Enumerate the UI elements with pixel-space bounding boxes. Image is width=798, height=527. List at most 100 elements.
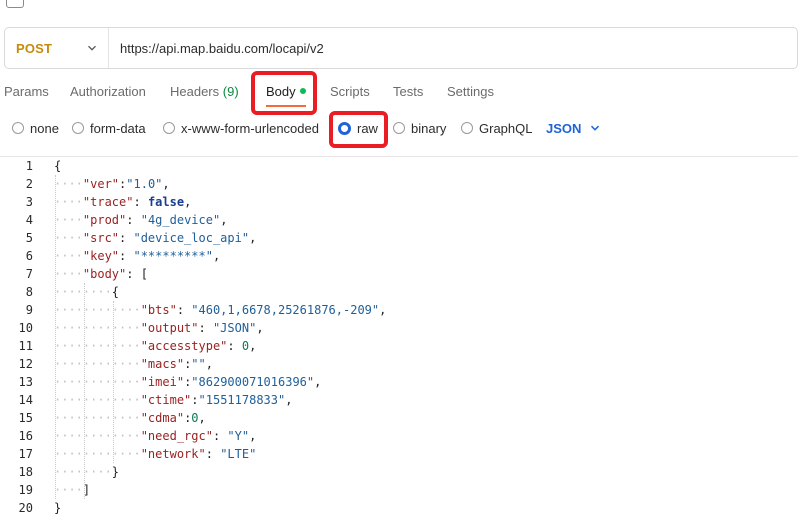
radio-icon xyxy=(72,122,84,134)
headers-count: (9) xyxy=(222,84,239,99)
line-number: 4 xyxy=(25,213,33,227)
mode-label: form-data xyxy=(90,120,146,136)
line-number: 15 xyxy=(18,411,33,425)
code-text: ············"cdma":0, xyxy=(54,411,206,425)
code-text: ····"prod": "4g_device", xyxy=(54,213,228,227)
line-number: 20 xyxy=(18,501,33,515)
mode-label: binary xyxy=(411,120,447,136)
tab-label: Authorization xyxy=(70,84,146,99)
code-text: ····"key": "*********", xyxy=(54,249,221,263)
code-line: 18 ········} xyxy=(0,463,798,481)
active-tab-underline xyxy=(266,105,306,107)
line-number: 8 xyxy=(25,285,33,299)
code-text: ········{ xyxy=(54,285,120,299)
mode-graphql[interactable]: GraphQL xyxy=(461,118,532,138)
tab-authorization[interactable]: Authorization xyxy=(70,78,146,106)
mode-label: none xyxy=(30,120,59,136)
line-number: 5 xyxy=(25,231,33,245)
tab-headers[interactable]: Headers (9) xyxy=(170,78,239,106)
radio-icon xyxy=(163,122,175,134)
tab-scripts[interactable]: Scripts xyxy=(330,78,370,106)
line-number: 2 xyxy=(25,177,33,191)
tab-label: Params xyxy=(4,84,49,99)
body-mode-options: none form-data x-www-form-urlencoded raw… xyxy=(0,118,798,138)
top-breadcrumb-bar xyxy=(0,0,798,14)
code-line: 2 ····"ver":"1.0", xyxy=(0,175,798,193)
mode-form-data[interactable]: form-data xyxy=(72,118,146,138)
code-line: 20} xyxy=(0,499,798,517)
code-line: 13 ············"imei":"862900071016396", xyxy=(0,373,798,391)
mode-x-www-form-urlencoded[interactable]: x-www-form-urlencoded xyxy=(163,118,319,138)
url-input[interactable]: https://api.map.baidu.com/locapi/v2 xyxy=(109,41,324,56)
line-number: 14 xyxy=(18,393,33,407)
line-number: 16 xyxy=(18,429,33,443)
line-number: 17 xyxy=(18,447,33,461)
mode-label: raw xyxy=(357,120,378,136)
code-text: } xyxy=(54,501,62,515)
code-line: 3 ····"trace": false, xyxy=(0,193,798,211)
code-line: 19 ····] xyxy=(0,481,798,499)
language-selector[interactable]: JSON xyxy=(546,118,600,138)
mode-none[interactable]: none xyxy=(12,118,59,138)
code-text: ············"bts": "460,1,6678,25261876,… xyxy=(54,303,387,317)
code-line: 5 ····"src": "device_loc_api", xyxy=(0,229,798,247)
code-text: ····"ver":"1.0", xyxy=(54,177,170,191)
line-number: 9 xyxy=(25,303,33,317)
tab-tests[interactable]: Tests xyxy=(393,78,423,106)
request-tabs: Params Authorization Headers (9) Body Sc… xyxy=(0,78,798,108)
line-number: 3 xyxy=(25,195,33,209)
tab-body[interactable]: Body xyxy=(266,78,306,106)
code-line: 6 ····"key": "*********", xyxy=(0,247,798,265)
code-line: 9 ············"bts": "460,1,6678,25261876… xyxy=(0,301,798,319)
mode-label: x-www-form-urlencoded xyxy=(181,120,319,136)
code-line: 14 ············"ctime":"1551178833", xyxy=(0,391,798,409)
tab-label: Tests xyxy=(393,84,424,99)
line-number: 19 xyxy=(18,483,33,497)
chevron-down-icon xyxy=(88,45,96,51)
line-number: 12 xyxy=(18,357,33,371)
code-text: ····"body": [ xyxy=(54,267,148,281)
chevron-down-icon xyxy=(591,125,600,131)
line-number: 18 xyxy=(18,465,33,479)
indent-guide xyxy=(83,283,85,499)
line-number: 10 xyxy=(18,321,33,335)
radio-selected-icon xyxy=(338,121,351,135)
code-text: ····"src": "device_loc_api", xyxy=(54,231,257,245)
code-line: 4 ····"prod": "4g_device", xyxy=(0,211,798,229)
line-number: 13 xyxy=(18,375,33,389)
mode-label: GraphQL xyxy=(479,120,533,136)
indent-guide xyxy=(112,301,114,463)
line-number: 1 xyxy=(25,159,33,173)
code-line: 12 ············"macs":"", xyxy=(0,355,798,373)
body-modified-dot xyxy=(299,88,306,94)
tab-label: Body xyxy=(266,84,296,99)
request-icon xyxy=(6,0,24,8)
indent-guide xyxy=(55,175,56,499)
radio-icon xyxy=(12,122,24,134)
line-number: 6 xyxy=(25,249,33,263)
tab-label: Settings xyxy=(447,84,494,99)
code-text: ····"trace": false, xyxy=(54,195,192,209)
code-text: ············"output": "JSON", xyxy=(54,321,264,335)
code-line: 17 ············"network": "LTE" xyxy=(0,445,798,463)
request-bar: POST https://api.map.baidu.com/locapi/v2 xyxy=(4,27,798,69)
tab-params[interactable]: Params xyxy=(4,78,49,106)
code-line: 8 ········{ xyxy=(0,283,798,301)
code-text: ········} xyxy=(54,465,120,479)
mode-binary[interactable]: binary xyxy=(393,118,446,138)
mode-raw[interactable]: raw xyxy=(338,118,378,138)
code-line: 15 ············"cdma":0, xyxy=(0,409,798,427)
code-editor[interactable]: 1{2 ····"ver":"1.0", 3 ····"trace": false, 4… xyxy=(0,156,798,527)
code-text: ············"imei":"862900071016396", xyxy=(54,375,322,389)
code-text: ············"ctime":"1551178833", xyxy=(54,393,293,407)
language-label: JSON xyxy=(546,120,582,136)
code-text: ············"macs":"", xyxy=(54,357,213,371)
tab-label: Scripts xyxy=(330,84,370,99)
line-number: 11 xyxy=(18,339,33,353)
code-text: { xyxy=(54,159,62,173)
method-selector[interactable]: POST xyxy=(5,28,109,68)
tab-settings[interactable]: Settings xyxy=(447,78,494,106)
code-line: 7 ····"body": [ xyxy=(0,265,798,283)
code-line: 1{ xyxy=(0,157,798,175)
code-line: 11 ············"accesstype": 0, xyxy=(0,337,798,355)
